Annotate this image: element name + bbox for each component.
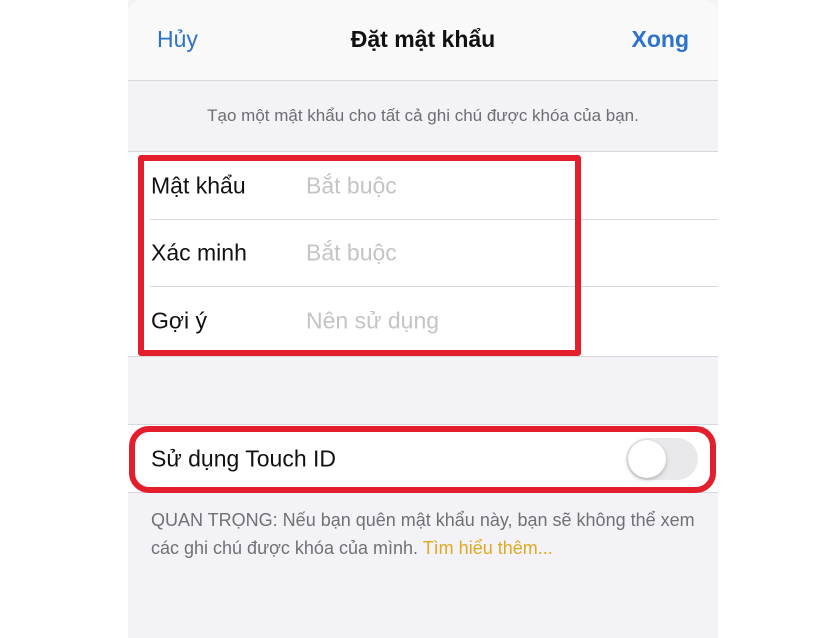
page-title: Đặt mật khẩu	[350, 26, 496, 52]
touch-id-toggle[interactable]	[626, 437, 698, 480]
done-button[interactable]: Xong	[632, 26, 690, 53]
touch-id-label: Sử dụng Touch ID	[151, 445, 337, 471]
password-row[interactable]: Mật khẩu	[128, 152, 718, 219]
verify-row[interactable]: Xác minh	[128, 219, 718, 286]
password-form-group: Mật khẩu Xác minh Gợi ý	[128, 151, 718, 357]
touch-id-row[interactable]: Sử dụng Touch ID	[128, 425, 718, 492]
verify-label: Xác minh	[151, 239, 247, 265]
navigation-bar: Hủy Đặt mật khẩu Xong	[128, 0, 718, 81]
password-field[interactable]	[306, 172, 556, 199]
verify-field[interactable]	[306, 239, 556, 266]
description-text: Tạo một mật khẩu cho tất cả ghi chú được…	[207, 106, 639, 125]
hint-row[interactable]: Gợi ý	[128, 286, 718, 356]
hint-label: Gợi ý	[151, 307, 207, 334]
hint-field[interactable]	[306, 307, 556, 335]
toggle-knob	[628, 439, 666, 478]
footer-note: QUAN TRỌNG: Nếu bạn quên mật khẩu này, b…	[151, 506, 701, 562]
password-label: Mật khẩu	[151, 172, 246, 198]
touch-id-group: Sử dụng Touch ID	[128, 424, 718, 493]
learn-more-link[interactable]: Tìm hiểu thêm...	[423, 538, 553, 558]
